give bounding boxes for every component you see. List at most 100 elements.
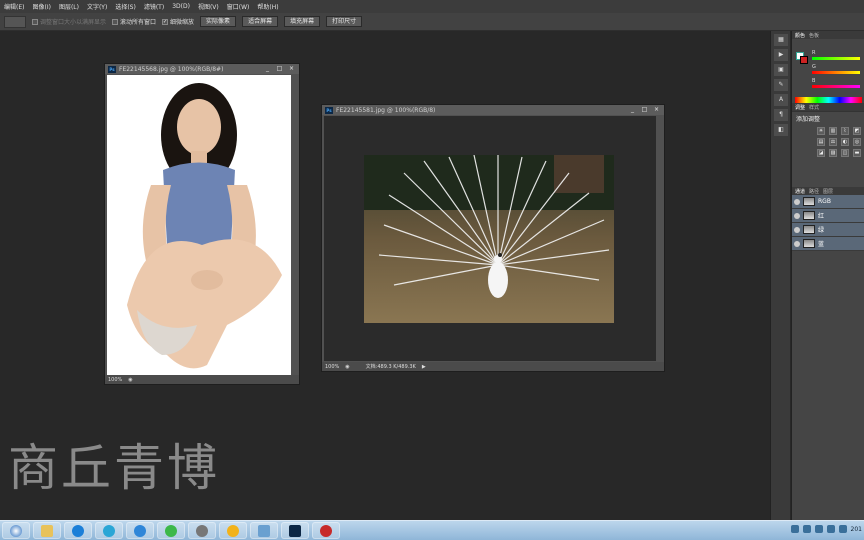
scrubby-zoom-checkbox[interactable]: ✓ 细微缩放 xyxy=(162,17,194,26)
close-icon[interactable]: × xyxy=(287,65,296,73)
minimize-icon[interactable]: _ xyxy=(263,65,272,73)
menu-edit[interactable]: 编辑(E) xyxy=(4,2,24,11)
threshold-icon[interactable]: ◫ xyxy=(841,149,849,157)
levels-icon[interactable]: ▥ xyxy=(829,127,837,135)
menu-image[interactable]: 图像(I) xyxy=(32,2,50,11)
menu-window[interactable]: 窗口(W) xyxy=(227,2,250,11)
print-size-button[interactable]: 打印尺寸 xyxy=(326,16,363,27)
play-action-icon[interactable]: ▶ xyxy=(774,49,788,61)
maximize-icon[interactable]: □ xyxy=(640,106,649,114)
taskbar-explorer[interactable] xyxy=(33,522,61,539)
tab-layers[interactable]: 图层 xyxy=(823,188,833,195)
taskbar-kugou[interactable] xyxy=(64,522,92,539)
kugou-icon xyxy=(72,524,84,537)
menu-help[interactable]: 帮助(H) xyxy=(257,2,278,11)
zoom-tool-preset[interactable] xyxy=(4,15,26,28)
tab-swatches[interactable]: 色板 xyxy=(809,32,819,39)
channel-row-red[interactable]: 红 xyxy=(792,209,864,223)
taskbar-photoshop[interactable] xyxy=(281,522,309,539)
black-white-icon[interactable]: ◐ xyxy=(841,138,849,146)
gradient-map-icon[interactable]: ▬ xyxy=(853,149,861,157)
history-icon[interactable]: ▦ xyxy=(774,34,788,46)
document-window-peacock[interactable]: Ps FE22145581.jpg @ 100%(RGB/8) _ □ × 10… xyxy=(321,104,665,372)
status-menu-icon[interactable]: ▶ xyxy=(422,364,426,370)
brightness-icon[interactable]: ☀ xyxy=(817,127,825,135)
green-label: G xyxy=(812,64,816,70)
tray-icon[interactable] xyxy=(802,525,811,533)
green-slider[interactable] xyxy=(812,71,860,74)
actual-pixels-button[interactable]: 实际像素 xyxy=(200,16,237,27)
tab-adjustments[interactable]: 调整 xyxy=(795,104,805,111)
visibility-eye-icon[interactable] xyxy=(794,198,800,205)
background-color-swatch[interactable] xyxy=(800,56,808,64)
menu-select[interactable]: 选择(S) xyxy=(115,2,136,11)
tab-channels[interactable]: 通道 xyxy=(795,188,805,195)
menu-3d[interactable]: 3D(D) xyxy=(172,3,190,10)
brush-icon[interactable]: ✎ xyxy=(774,79,788,91)
channel-row-green[interactable]: 绿 xyxy=(792,223,864,237)
photo-filter-icon[interactable]: ◎ xyxy=(853,138,861,146)
channel-thumbnail xyxy=(803,211,815,220)
visibility-eye-icon[interactable] xyxy=(794,240,800,247)
menu-view[interactable]: 视图(V) xyxy=(198,2,219,11)
taskbar-window[interactable] xyxy=(250,522,278,539)
menu-layer[interactable]: 图层(L) xyxy=(59,2,79,11)
layer-comps-icon[interactable]: ▣ xyxy=(774,64,788,76)
channel-row-rgb[interactable]: RGB xyxy=(792,195,864,209)
panel-toolstrip: ▦ ▶ ▣ ✎ A ¶ ◧ xyxy=(770,31,790,520)
status-arrow-icon[interactable]: ◉ xyxy=(345,364,349,370)
document-titlebar[interactable]: Ps FE22145581.jpg @ 100%(RGB/8) _ □ × xyxy=(322,105,664,115)
image-canvas[interactable] xyxy=(324,116,656,361)
volume-icon[interactable] xyxy=(838,525,847,533)
windows-taskbar: 201 xyxy=(0,520,864,540)
fit-screen-button[interactable]: 适合屏幕 xyxy=(242,16,279,27)
zoom-level[interactable]: 100% xyxy=(108,377,122,383)
document-titlebar[interactable]: Ps FE22145568.jpg @ 100%(RGB/8#) _ □ × xyxy=(105,64,299,74)
taskbar-sogou[interactable] xyxy=(126,522,154,539)
paragraph-icon[interactable]: ¶ xyxy=(774,109,788,121)
channel-thumbnail xyxy=(803,197,815,206)
taskbar-recorder[interactable] xyxy=(312,522,340,539)
color-balance-icon[interactable]: ⚖ xyxy=(829,138,837,146)
visibility-eye-icon[interactable] xyxy=(794,212,800,219)
zoom-all-windows-checkbox[interactable]: 滚动所有窗口 xyxy=(112,17,156,26)
taskbar-ie[interactable] xyxy=(95,522,123,539)
minimize-icon[interactable]: _ xyxy=(628,106,637,114)
color-spectrum[interactable] xyxy=(795,97,862,103)
tray-icon[interactable] xyxy=(790,525,799,533)
clock[interactable]: 201 xyxy=(851,526,862,533)
invert-icon[interactable]: ◪ xyxy=(817,149,825,157)
windows-logo-icon xyxy=(10,524,22,537)
hue-saturation-icon[interactable]: ▤ xyxy=(817,138,825,146)
start-button[interactable] xyxy=(2,522,30,539)
status-arrow-icon[interactable]: ◉ xyxy=(128,377,132,383)
channel-row-blue[interactable]: 蓝 xyxy=(792,237,864,251)
taskbar-user[interactable] xyxy=(188,522,216,539)
blue-slider[interactable] xyxy=(812,85,860,88)
tool-presets-icon[interactable]: ◧ xyxy=(774,124,788,136)
document-window-woman[interactable]: Ps FE22145568.jpg @ 100%(RGB/8#) _ □ × 1… xyxy=(104,63,300,385)
menu-filter[interactable]: 滤镜(T) xyxy=(144,2,164,11)
maximize-icon[interactable]: □ xyxy=(275,65,284,73)
taskbar-media-player[interactable] xyxy=(157,522,185,539)
tab-styles[interactable]: 样式 xyxy=(809,104,819,111)
posterize-icon[interactable]: ▨ xyxy=(829,149,837,157)
curves-icon[interactable]: ⌇ xyxy=(841,127,849,135)
right-panels: 颜色 色板 R G B 调整 样式 添加调整 ☀ ▥ ⌇ ◩ ▽ ▤ ⚖ ◐ ◎… xyxy=(791,31,864,520)
image-canvas[interactable] xyxy=(107,75,291,376)
menu-type[interactable]: 文字(Y) xyxy=(87,2,107,11)
network-icon[interactable] xyxy=(826,525,835,533)
resize-windows-checkbox[interactable]: 调整窗口大小以满屏显示 xyxy=(32,17,106,26)
close-icon[interactable]: × xyxy=(652,106,661,114)
tab-color[interactable]: 颜色 xyxy=(795,32,805,39)
tab-paths[interactable]: 路径 xyxy=(809,188,819,195)
taskbar-qq[interactable] xyxy=(219,522,247,539)
checkmark-icon: ✓ xyxy=(162,18,169,25)
fill-screen-button[interactable]: 填充屏幕 xyxy=(284,16,321,27)
exposure-icon[interactable]: ◩ xyxy=(853,127,861,135)
zoom-level[interactable]: 100% xyxy=(325,364,339,370)
visibility-eye-icon[interactable] xyxy=(794,226,800,233)
character-icon[interactable]: A xyxy=(774,94,788,106)
tray-icon[interactable] xyxy=(814,525,823,533)
red-slider[interactable] xyxy=(812,57,860,60)
